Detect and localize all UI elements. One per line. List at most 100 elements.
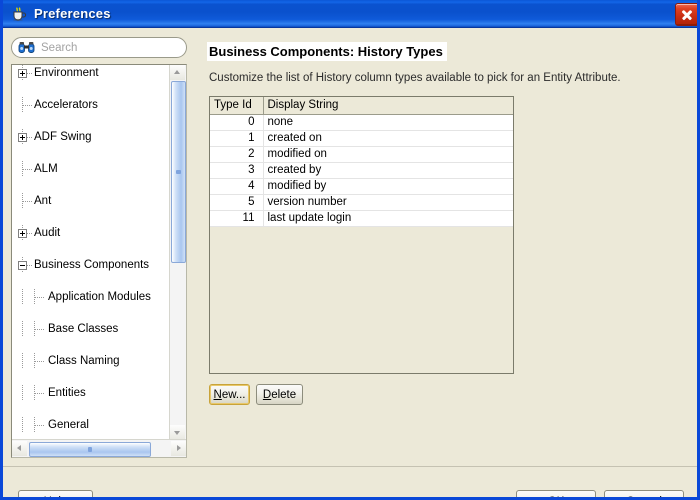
- history-types-table-container: Type Id Display String 0 none 1 created on 2…: [209, 96, 514, 374]
- tree-guide-line: [35, 297, 45, 298]
- cell-display-string: modified by: [263, 178, 513, 195]
- help-button-label: elp: [52, 496, 67, 498]
- cell-display-string: modified on: [263, 146, 513, 163]
- cell-type-id: 4: [210, 178, 264, 195]
- expand-icon[interactable]: [18, 229, 27, 238]
- new-button-label: ew...: [221, 388, 246, 401]
- tree-item-label: General: [48, 419, 89, 431]
- table-row[interactable]: 11 last update login: [210, 210, 513, 227]
- tree-item-entities[interactable]: Entities: [12, 385, 170, 401]
- cell-display-string: last update login: [263, 210, 513, 227]
- delete-button[interactable]: Delete: [256, 384, 303, 405]
- cell-type-id: 11: [210, 210, 264, 227]
- column-header-type-id[interactable]: Type Id: [210, 97, 264, 115]
- tree-item-accelerators[interactable]: Accelerators: [12, 97, 170, 113]
- page-description: Customize the list of History column typ…: [209, 72, 621, 84]
- preferences-dialog: Preferences Search Environment Accelerat…: [0, 0, 700, 500]
- dialog-body: Environment Accelerators ADF Swing ALM Ant Au…: [3, 28, 697, 497]
- cell-type-id: 1: [210, 130, 264, 147]
- history-types-table: Type Id Display String 0 none 1 created on 2…: [210, 97, 513, 227]
- cell-type-id: 5: [210, 194, 264, 211]
- tree-item-class-naming[interactable]: Class Naming: [12, 353, 170, 369]
- tree-item-base-classes[interactable]: Base Classes: [12, 321, 170, 337]
- table-row[interactable]: 5 version number: [210, 194, 513, 211]
- close-icon[interactable]: [675, 3, 697, 26]
- delete-button-label: elete: [271, 388, 297, 401]
- binoculars-icon: [18, 41, 35, 54]
- tree-guide-line: [22, 385, 23, 401]
- help-button-mnemonic: H: [44, 496, 52, 498]
- tree-item-label: Application Modules: [48, 291, 151, 303]
- expand-icon[interactable]: [18, 69, 27, 78]
- cell-display-string: created on: [263, 130, 513, 147]
- window-title: Preferences: [34, 6, 111, 21]
- tree-item-ant[interactable]: Ant: [12, 193, 170, 209]
- tree-item-label: Business Components: [34, 259, 150, 271]
- tree-item-label: Class Naming: [48, 355, 120, 367]
- search-input[interactable]: [41, 41, 171, 54]
- table-row[interactable]: 3 created by: [210, 162, 513, 179]
- footer-divider: [3, 466, 697, 467]
- cell-display-string: none: [263, 114, 513, 131]
- tree-guide-line: [35, 329, 45, 330]
- tree-item-label: Ant: [34, 195, 52, 207]
- tree-item-adf-swing[interactable]: ADF Swing: [12, 129, 170, 145]
- tree-item-label: ALM: [34, 163, 58, 175]
- cell-display-string: created by: [263, 162, 513, 179]
- tree-item-label: Accelerators: [34, 99, 98, 111]
- horizontal-scroll-thumb[interactable]: [29, 442, 151, 457]
- tree-guide-line: [22, 289, 23, 305]
- tree-guide-line: [35, 361, 45, 362]
- tree-vertical-scrollbar[interactable]: [169, 65, 186, 440]
- help-button[interactable]: Help: [18, 490, 93, 498]
- java-coffee-cup-icon: [10, 5, 28, 23]
- tree-guide-line: [22, 417, 23, 433]
- tree-item-label: Entities: [48, 387, 86, 399]
- table-header-row: Type Id Display String: [210, 97, 513, 115]
- tree-item-label: Audit: [34, 227, 61, 239]
- search-field[interactable]: [11, 37, 187, 58]
- column-header-display-string[interactable]: Display String: [263, 97, 513, 115]
- scroll-down-icon[interactable]: [170, 425, 185, 440]
- table-row[interactable]: 4 modified by: [210, 178, 513, 195]
- navigation-panel: Environment Accelerators ADF Swing ALM Ant Au…: [9, 34, 189, 462]
- collapse-icon[interactable]: [18, 261, 27, 270]
- scroll-up-icon[interactable]: [170, 65, 185, 80]
- new-button-mnemonic: N: [213, 388, 222, 401]
- tree-item-label: ADF Swing: [34, 131, 92, 143]
- new-button[interactable]: New...: [209, 384, 250, 405]
- tree-item-label: Base Classes: [48, 323, 119, 335]
- scroll-left-icon[interactable]: [12, 441, 27, 456]
- table-body: 0 none 1 created on 2 modified on 3 created by 4…: [210, 114, 513, 227]
- tree-item-label: Environment: [34, 67, 99, 79]
- ok-button[interactable]: OK: [516, 490, 596, 497]
- tree-guide-line: [35, 425, 45, 426]
- cancel-button[interactable]: Cancel: [604, 490, 684, 497]
- scroll-right-icon[interactable]: [171, 441, 186, 456]
- cell-type-id: 2: [210, 146, 264, 163]
- content-panel: Business Components: History Types Custo…: [201, 34, 689, 462]
- tree-item-general[interactable]: General: [12, 417, 170, 433]
- tree-item-audit[interactable]: Audit: [12, 225, 170, 241]
- tree-guide-line: [35, 393, 45, 394]
- page-title: Business Components: History Types: [207, 42, 447, 61]
- tree-item-application-modules[interactable]: Application Modules: [12, 289, 170, 305]
- tree-horizontal-scrollbar[interactable]: [12, 439, 186, 457]
- title-bar: Preferences: [3, 0, 697, 28]
- table-row[interactable]: 2 modified on: [210, 146, 513, 163]
- table-row[interactable]: 1 created on: [210, 130, 513, 147]
- tree-view: Environment Accelerators ADF Swing ALM Ant Au…: [12, 65, 170, 440]
- delete-button-mnemonic: D: [262, 388, 272, 401]
- settings-tree: Environment Accelerators ADF Swing ALM Ant Au…: [11, 64, 187, 458]
- expand-icon[interactable]: [18, 133, 27, 142]
- tree-guide-line: [22, 353, 23, 369]
- tree-item-environment[interactable]: Environment: [12, 65, 170, 81]
- cell-display-string: version number: [263, 194, 513, 211]
- tree-item-alm[interactable]: ALM: [12, 161, 170, 177]
- cell-type-id: 0: [210, 114, 264, 131]
- tree-item-business-components[interactable]: Business Components: [12, 257, 170, 273]
- cell-type-id: 3: [210, 162, 264, 179]
- tree-guide-line: [22, 321, 23, 337]
- table-row[interactable]: 0 none: [210, 114, 513, 131]
- vertical-scroll-thumb[interactable]: [171, 81, 186, 263]
